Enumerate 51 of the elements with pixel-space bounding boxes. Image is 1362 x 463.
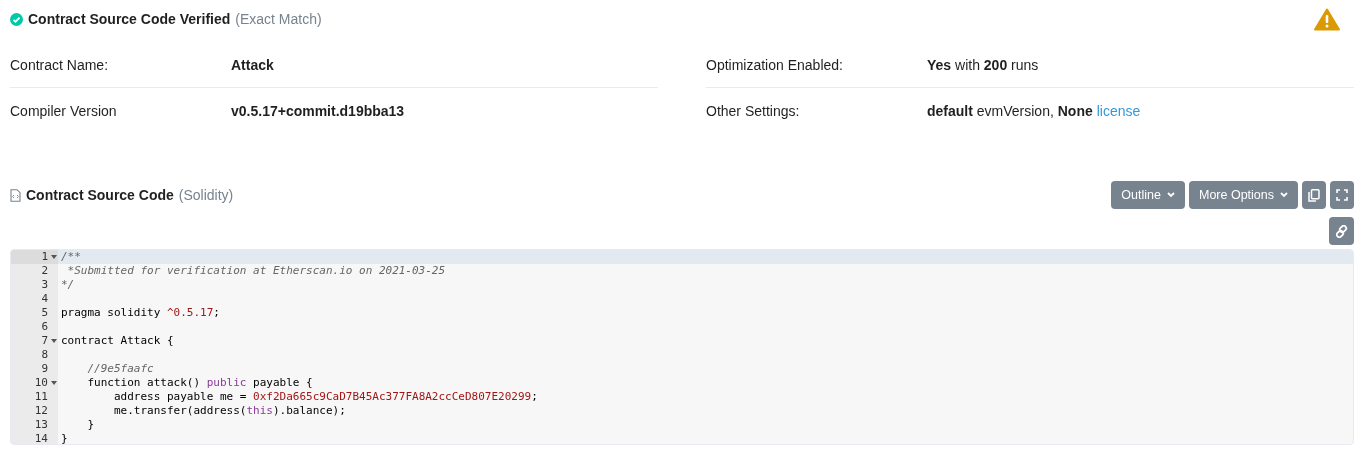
line-number: 3 (11, 278, 58, 292)
check-circle-icon (10, 12, 23, 26)
line-number: 4 (11, 292, 58, 306)
code-file-icon (10, 188, 21, 202)
detail-value: Yes with 200 runs (927, 56, 1039, 73)
line-number: 8 (11, 348, 58, 362)
code-line: *Submitted for verification at Etherscan.io on 2021-03-25 (66, 264, 446, 278)
source-title: Contract Source Code (26, 187, 174, 203)
line-number: 12 (11, 404, 58, 418)
code-line: } (86, 418, 95, 432)
line-number: 7 (11, 334, 58, 348)
caret-icon (1280, 192, 1288, 198)
code-line: pragma solidity ^0.5.17; (60, 306, 220, 320)
code-line: } (60, 432, 68, 444)
detail-label: Other Settings: (706, 102, 801, 119)
copy-icon (1308, 188, 1320, 202)
dropdown-button[interactable]: Outline (1111, 181, 1185, 209)
code-line: me.transfer(address(this).balance); (112, 404, 346, 418)
copy-button[interactable] (1302, 181, 1326, 209)
code-line: /** (60, 250, 81, 264)
line-number: 14 (11, 432, 58, 444)
match-note: (Exact Match) (235, 11, 322, 27)
caret-icon (1166, 192, 1175, 198)
detail-value: default evmVersion, None (927, 102, 1093, 119)
warning-icon (1314, 7, 1340, 31)
detail-value: v0.5.17+commit.d19bba13 (231, 102, 405, 119)
verified-title: Contract Source Code Verified (28, 11, 231, 27)
license-link[interactable]: license (1096, 102, 1141, 119)
language-note: (Solidity) (178, 187, 234, 203)
code-line: function attack() public payable { (86, 376, 313, 390)
fullscreen-icon (1336, 189, 1348, 201)
line-number: 5 (11, 306, 58, 320)
fullscreen-button[interactable] (1330, 181, 1354, 209)
code-line: */ (60, 278, 75, 292)
code-line: //9e5faafc (86, 362, 154, 376)
line-number: 6 (11, 320, 58, 334)
line-number: 1 (11, 250, 58, 264)
line-number: 2 (11, 264, 58, 278)
link-icon (1335, 224, 1348, 238)
detail-label: Optimization Enabled: (706, 56, 844, 73)
line-number: 13 (11, 418, 58, 432)
dropdown-button[interactable]: More Options (1188, 181, 1298, 209)
line-number: 9 (11, 362, 58, 376)
link-button[interactable] (1329, 217, 1354, 245)
code-line: contract Attack { (60, 334, 174, 348)
detail-value: Attack (231, 56, 274, 73)
line-number: 11 (11, 390, 58, 404)
line-number: 10 (11, 376, 58, 390)
detail-label: Compiler Version (10, 102, 118, 119)
detail-label: Contract Name: (10, 56, 110, 73)
code-line: address payable me = 0xf2Da665c9CaD7B45Ac377FA8A2ccCeD807E20299; (112, 390, 538, 404)
